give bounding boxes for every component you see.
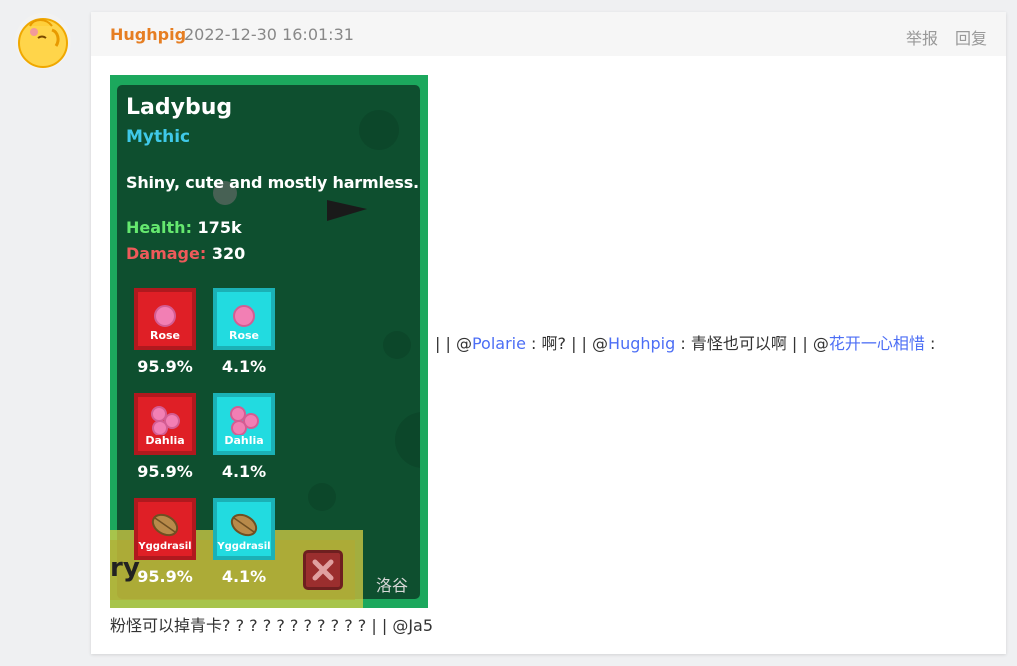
report-button[interactable]: 举报 <box>906 25 938 49</box>
mention-link[interactable]: 花开一心相惜 <box>829 334 925 353</box>
post-timestamp: 2022-12-30 16:01:31 <box>184 25 354 44</box>
drop-label: Dahlia <box>145 434 185 447</box>
rose-icon <box>233 305 255 327</box>
drop-label: Yggdrasil <box>217 541 271 552</box>
drop-card-dahlia: Dahlia <box>213 393 275 455</box>
reply-text: : 青怪也可以啊 | | @ <box>675 334 829 353</box>
drop-label: Rose <box>149 329 181 342</box>
comment-header: Hughpig 2022-12-30 16:01:31 举报 回复 <box>91 12 1006 56</box>
separator: | | @ <box>435 334 472 353</box>
comment-text-line2: 粉怪可以掉青卡? ? ? ? ? ? ? ? ? ? ? | | @Ja5 <box>110 616 434 635</box>
mob-description: Shiny, cute and mostly harmless. <box>126 173 419 192</box>
mention-link[interactable]: Polarie <box>472 334 526 353</box>
drop-card-yggdrasil: Yggdrasil <box>134 498 196 560</box>
drop-rate: 4.1% <box>221 462 267 481</box>
user-avatar[interactable] <box>12 12 74 70</box>
drop-card-rose: Rose <box>134 288 196 350</box>
drop-rate: 95.9% <box>137 357 193 376</box>
health-stat: Health: 175k <box>126 218 242 237</box>
leaf-icon <box>151 513 179 537</box>
reply-button[interactable]: 回复 <box>955 25 987 49</box>
partial-text: ry <box>110 553 140 583</box>
game-screenshot-image: Ladybug Mythic Shiny, cute and mostly ha… <box>110 75 428 608</box>
reply-text: : 啊? | | @ <box>525 334 609 353</box>
dahlia-icon <box>151 406 180 435</box>
dahlia-icon <box>230 406 259 435</box>
rose-icon <box>154 305 176 327</box>
drop-card-rose: Rose <box>213 288 275 350</box>
health-value: 175k <box>197 218 242 237</box>
health-label: Health: <box>126 218 192 237</box>
damage-value: 320 <box>211 244 246 263</box>
drop-label: Yggdrasil <box>138 541 192 552</box>
drop-rate: 4.1% <box>221 567 267 586</box>
drop-rate: 95.9% <box>137 462 193 481</box>
watermark: 洛谷 <box>376 576 409 595</box>
mob-rarity: Mythic <box>126 127 191 147</box>
drop-rate: 95.9% <box>137 567 193 586</box>
comment-card: Hughpig 2022-12-30 16:01:31 举报 回复 Ladybu… <box>91 12 1006 654</box>
author-name[interactable]: Hughpig <box>110 25 186 44</box>
reply-text: : <box>924 334 936 353</box>
drop-rate: 4.1% <box>221 357 267 376</box>
drop-card-dahlia: Dahlia <box>134 393 196 455</box>
damage-stat: Damage: 320 <box>126 244 245 263</box>
leaf-icon <box>230 513 258 537</box>
drop-label: Rose <box>228 329 260 342</box>
drop-card-yggdrasil: Yggdrasil <box>213 498 275 560</box>
mention-link[interactable]: Hughpig <box>608 334 675 353</box>
close-icon <box>303 550 343 590</box>
damage-label: Damage: <box>126 244 207 263</box>
comment-text-line1: | | @Polarie : 啊? | | @Hughpig : 青怪也可以啊 … <box>435 330 935 354</box>
drop-label: Dahlia <box>224 434 264 447</box>
mob-name: Ladybug <box>126 95 233 120</box>
